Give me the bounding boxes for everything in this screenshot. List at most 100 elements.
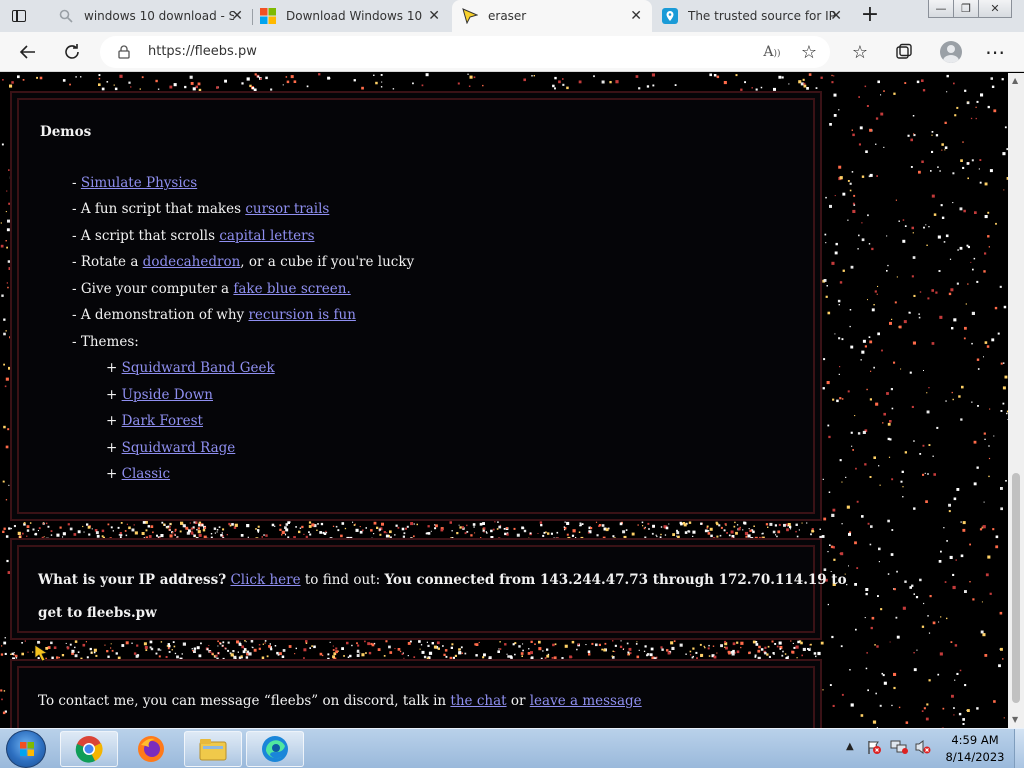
restore-button[interactable]: ❐ [953,0,979,18]
restore-icon: ❐ [961,2,971,15]
windows-logo-icon [20,742,34,756]
back-arrow-icon [19,45,35,59]
demos-heading: Demos [40,124,92,140]
more-icon: ⋯ [985,40,1005,64]
scroll-down-icon[interactable]: ▼ [1012,715,1018,724]
clock-time: 4:59 AM [951,733,999,747]
taskbar-chrome[interactable] [60,731,118,767]
close-tab-icon[interactable]: ✕ [630,9,642,23]
demo-item: - Give your computer a fake blue screen. [72,281,351,297]
tab-search[interactable]: windows 10 download - S ✕ [48,0,253,32]
theme-bullet: + [106,413,118,429]
theme-bullet: + [106,360,118,376]
fake-blue-screen-link[interactable]: fake blue screen. [233,281,350,297]
search-icon [58,8,74,24]
folder-icon [199,739,227,761]
minimize-icon: — [935,2,947,15]
simulate-physics-link[interactable]: Simulate Physics [81,175,197,191]
tab-eraser-active[interactable]: eraser ✕ [452,0,652,32]
new-tab-button[interactable]: + [858,4,882,28]
star-add-icon: ☆ [800,41,818,63]
system-clock[interactable]: 4:59 AM 8/14/2023 [940,732,1010,766]
vertical-scrollbar[interactable]: ▲ ▼ [1008,73,1024,728]
favorites-icon: ☆ [851,41,869,63]
cursor-trails-link[interactable]: cursor trails [245,201,329,217]
show-hidden-icons-button[interactable]: ▲ [846,741,854,752]
volume-muted-icon[interactable] [914,739,932,758]
recursion-link[interactable]: recursion is fun [248,307,355,323]
theme-dark-forest-link[interactable]: Dark Forest [122,413,203,429]
theme-bullet: + [106,440,118,456]
capital-letters-link[interactable]: capital letters [219,228,314,244]
settings-menu-button[interactable]: ⋯ [983,40,1007,64]
scroll-up-icon[interactable]: ▲ [1012,76,1018,85]
action-center-flag-icon[interactable] [866,739,882,758]
tab-download-windows[interactable]: Download Windows 10 ✕ [250,0,450,32]
profile-avatar[interactable] [940,41,962,63]
refresh-icon [65,44,79,59]
demo-text: - [72,175,81,191]
contact-line: To contact me, you can message “fleebs” … [38,693,642,709]
url-text: https://fleebs.pw [148,44,257,59]
contact-panel: To contact me, you can message “fleebs” … [10,659,822,728]
demo-item: - Simulate Physics [72,175,197,191]
tab-actions-button[interactable] [8,6,30,26]
ip-result-line-1: You connected from 143.244.47.73 through… [384,572,847,588]
theme-classic-link[interactable]: Classic [122,466,170,482]
leave-message-link[interactable]: leave a message [530,693,642,709]
ip-middle-text: to find out: [300,572,385,588]
themes-label: - Themes: [72,334,139,350]
taskbar-edge[interactable] [246,731,304,767]
click-here-link[interactable]: Click here [230,572,300,588]
close-tab-icon[interactable]: ✕ [428,9,440,23]
lock-icon [118,45,130,59]
edge-icon [262,736,288,762]
theme-squidward-band-geek-link[interactable]: Squidward Band Geek [122,360,275,376]
read-aloud-icon: A)) [763,44,781,60]
theme-item: + Squidward Band Geek [106,360,275,376]
refresh-button[interactable] [60,40,84,64]
address-bar[interactable]: https://fleebs.pw [100,36,830,68]
cursor-icon [462,8,478,24]
windows-taskbar: ▲ 4:59 AM 8/14/2023 [0,728,1024,768]
collections-button[interactable] [892,40,916,64]
close-window-button[interactable]: ✕ [978,0,1012,18]
theme-bullet: + [106,466,118,482]
theme-item: + Squidward Rage [106,440,235,456]
ip-panel: What is your IP address? Click here to f… [10,538,847,640]
demo-text: - A demonstration of why [72,307,249,323]
page-viewport: Demos - Simulate Physics - A fun script … [0,73,1008,728]
back-button[interactable] [16,40,40,64]
tab-ip-source[interactable]: The trusted source for IP ✕ [652,0,852,32]
scrollbar-thumb[interactable] [1012,473,1020,703]
add-favorite-button[interactable]: ☆ [797,40,821,64]
demo-text: - Rotate a [72,254,143,270]
demo-text: - Give your computer a [72,281,234,297]
show-desktop-button[interactable] [1014,729,1024,768]
chat-link[interactable]: the chat [450,693,506,709]
ip-line-1: What is your IP address? Click here to f… [38,572,847,588]
taskbar-firefox[interactable] [122,731,180,767]
start-button[interactable] [6,730,46,768]
ip-question: What is your IP address? [38,572,227,588]
clock-date: 8/14/2023 [945,750,1005,764]
theme-upside-down-link[interactable]: Upside Down [122,387,213,403]
network-icon[interactable] [890,739,908,758]
theme-item: + Upside Down [106,387,213,403]
tab-title: eraser [488,9,527,23]
demos-panel: Demos - Simulate Physics - A fun script … [10,91,822,521]
close-tab-icon[interactable]: ✕ [231,9,243,23]
mouse-cursor-icon [34,644,49,662]
theme-squidward-rage-link[interactable]: Squidward Rage [122,440,236,456]
favorites-button[interactable]: ☆ [848,40,872,64]
read-aloud-button[interactable]: A)) [760,40,784,64]
dodecahedron-link[interactable]: dodecahedron [143,254,241,270]
theme-item: + Classic [106,466,170,482]
contact-text: or [506,693,530,709]
tab-title: windows 10 download - S [84,9,234,23]
minimize-button[interactable]: — [928,0,954,18]
taskbar-file-explorer[interactable] [184,731,242,767]
theme-item: + Dark Forest [106,413,203,429]
theme-bullet: + [106,387,118,403]
close-tab-icon[interactable]: ✕ [830,9,842,23]
